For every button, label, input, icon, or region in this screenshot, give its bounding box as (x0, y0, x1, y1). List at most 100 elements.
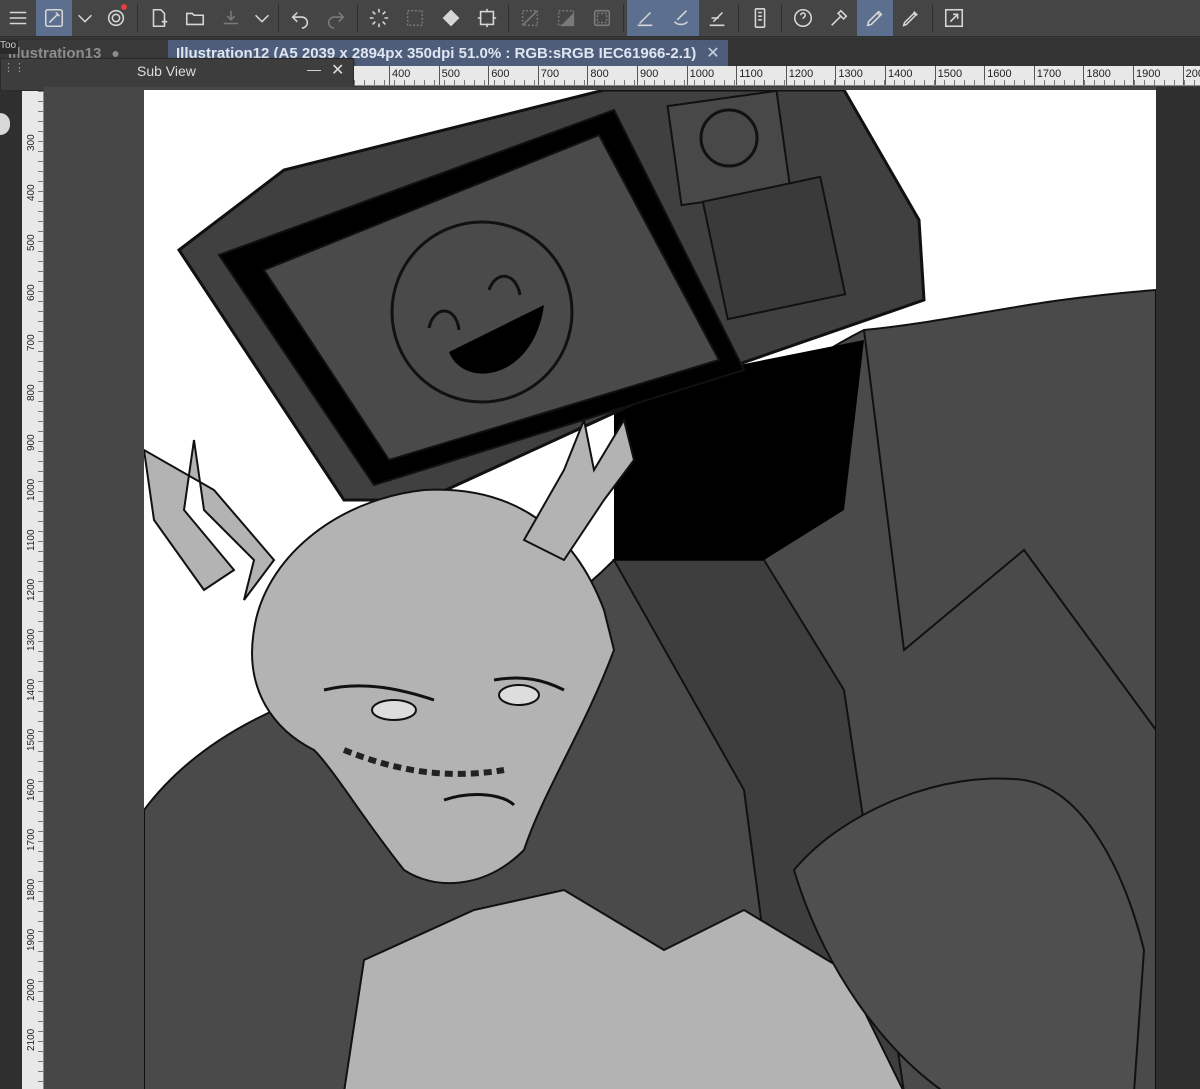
ruler-minor-tick (38, 311, 43, 312)
loading-spinner-icon[interactable] (361, 0, 397, 36)
transform-icon[interactable] (469, 0, 505, 36)
ruler-minor-tick (38, 131, 43, 132)
toolbar-divider (932, 4, 933, 32)
brush-tool-icon[interactable] (36, 0, 72, 36)
ruler-minor-tick (38, 681, 43, 682)
ruler-minor-tick (564, 80, 565, 85)
ruler-minor-tick (38, 781, 43, 782)
ruler-minor-tick (38, 91, 43, 92)
toolbar-divider (738, 4, 739, 32)
close-tab-icon[interactable]: ✕ (706, 43, 719, 63)
cloud-sync-icon[interactable] (98, 0, 134, 36)
left-edge-strip (0, 91, 22, 1089)
undo-icon[interactable] (282, 0, 318, 36)
smudge-icon[interactable] (663, 0, 699, 36)
ruler-minor-tick (38, 201, 43, 202)
ruler-tick-label: 1400 (888, 68, 913, 80)
antler-left (144, 439, 276, 601)
ruler-minor-tick (514, 80, 515, 85)
ruler-minor-tick (38, 711, 43, 712)
pen-ruler-icon[interactable] (627, 0, 663, 36)
ruler-tick-label: 800 (26, 384, 37, 401)
smiley-face (390, 220, 574, 404)
ruler-minor-tick (38, 661, 43, 662)
selection-dotted-icon[interactable] (397, 0, 433, 36)
ruler-minor-tick (38, 371, 43, 372)
ruler-tick-label: 1600 (26, 778, 37, 801)
ruler-minor-tick (814, 80, 815, 85)
ruler-minor-tick (1124, 80, 1125, 85)
device-icon[interactable] (742, 0, 778, 36)
ruler-minor-tick (584, 80, 585, 85)
ruler-tick-label: 1300 (838, 68, 863, 80)
expand-icon[interactable] (936, 0, 972, 36)
ruler-minor-tick (38, 471, 43, 472)
ruler-minor-tick (38, 851, 43, 852)
ruler-minor-tick (38, 231, 43, 232)
ruler-minor-tick (38, 351, 43, 352)
toolbar-divider (508, 4, 509, 32)
drawing-paper[interactable] (144, 90, 1156, 1089)
ruler-minor-tick (434, 80, 435, 85)
ruler-minor-tick (38, 831, 43, 832)
ruler-minor-tick (38, 191, 43, 192)
ruler-minor-tick (794, 80, 795, 85)
canvas-area[interactable] (44, 87, 1200, 1089)
ruler-minor-tick (38, 761, 43, 762)
horizontal-ruler: 400 500 600 700 800 900 1000 1100 1200 1300 1400 15… (354, 66, 1200, 86)
ruler-minor-tick (494, 80, 495, 85)
ruler-minor-tick (38, 1011, 43, 1012)
ruler-minor-tick (38, 721, 43, 722)
marker-icon[interactable] (893, 0, 929, 36)
minimize-button[interactable]: — (307, 61, 321, 77)
dropdown-arrow-icon[interactable] (249, 0, 275, 36)
ruler-minor-tick (38, 461, 43, 462)
selection-frame-icon[interactable] (584, 0, 620, 36)
close-panel-button[interactable]: ✕ (331, 60, 344, 80)
fill-selection-icon[interactable] (548, 0, 584, 36)
ruler-minor-tick (38, 251, 43, 252)
menu-icon[interactable] (0, 0, 36, 36)
line-ruler-icon[interactable] (699, 0, 735, 36)
ruler-tick-label: 700 (26, 334, 37, 351)
ruler-tick-label: 900 (26, 434, 37, 451)
ruler-tick-label: 1400 (26, 678, 37, 701)
ruler-minor-tick (38, 271, 43, 272)
ruler-minor-tick (38, 751, 43, 752)
open-folder-icon[interactable] (177, 0, 213, 36)
ruler-minor-tick (38, 441, 43, 442)
help-icon[interactable] (785, 0, 821, 36)
eyedropper-icon[interactable] (821, 0, 857, 36)
ruler-minor-tick (38, 931, 43, 932)
ruler-minor-tick (38, 381, 43, 382)
redo-icon[interactable] (318, 0, 354, 36)
panel-title: Sub View (137, 63, 196, 79)
drag-grip-icon[interactable]: ⋮⋮ (3, 61, 25, 74)
handle-knob[interactable] (0, 113, 10, 135)
ruler-minor-tick (1194, 80, 1195, 85)
fill-bucket-icon[interactable] (433, 0, 469, 36)
ruler-minor-tick (524, 80, 525, 85)
clear-selection-icon[interactable] (512, 0, 548, 36)
ruler-minor-tick (864, 80, 865, 85)
ruler-tick (637, 66, 638, 85)
ruler-minor-tick (1134, 80, 1135, 85)
artwork (144, 90, 1156, 1089)
ruler-minor-tick (1014, 80, 1015, 85)
ruler-minor-tick (38, 1051, 43, 1052)
dropdown-arrow-icon[interactable] (72, 0, 98, 36)
new-file-icon[interactable] (141, 0, 177, 36)
ruler-minor-tick (484, 80, 485, 85)
pen-icon[interactable] (857, 0, 893, 36)
ruler-minor-tick (804, 80, 805, 85)
ruler-tick-label: 2000 (1185, 68, 1200, 80)
ruler-minor-tick (38, 801, 43, 802)
ruler-minor-tick (1144, 80, 1145, 85)
save-icon[interactable] (213, 0, 249, 36)
ruler-minor-tick (38, 671, 43, 672)
ruler-minor-tick (884, 80, 885, 85)
ruler-minor-tick (934, 80, 935, 85)
ruler-tick-label: 1200 (26, 578, 37, 601)
ruler-minor-tick (984, 80, 985, 85)
ruler-minor-tick (1114, 80, 1115, 85)
